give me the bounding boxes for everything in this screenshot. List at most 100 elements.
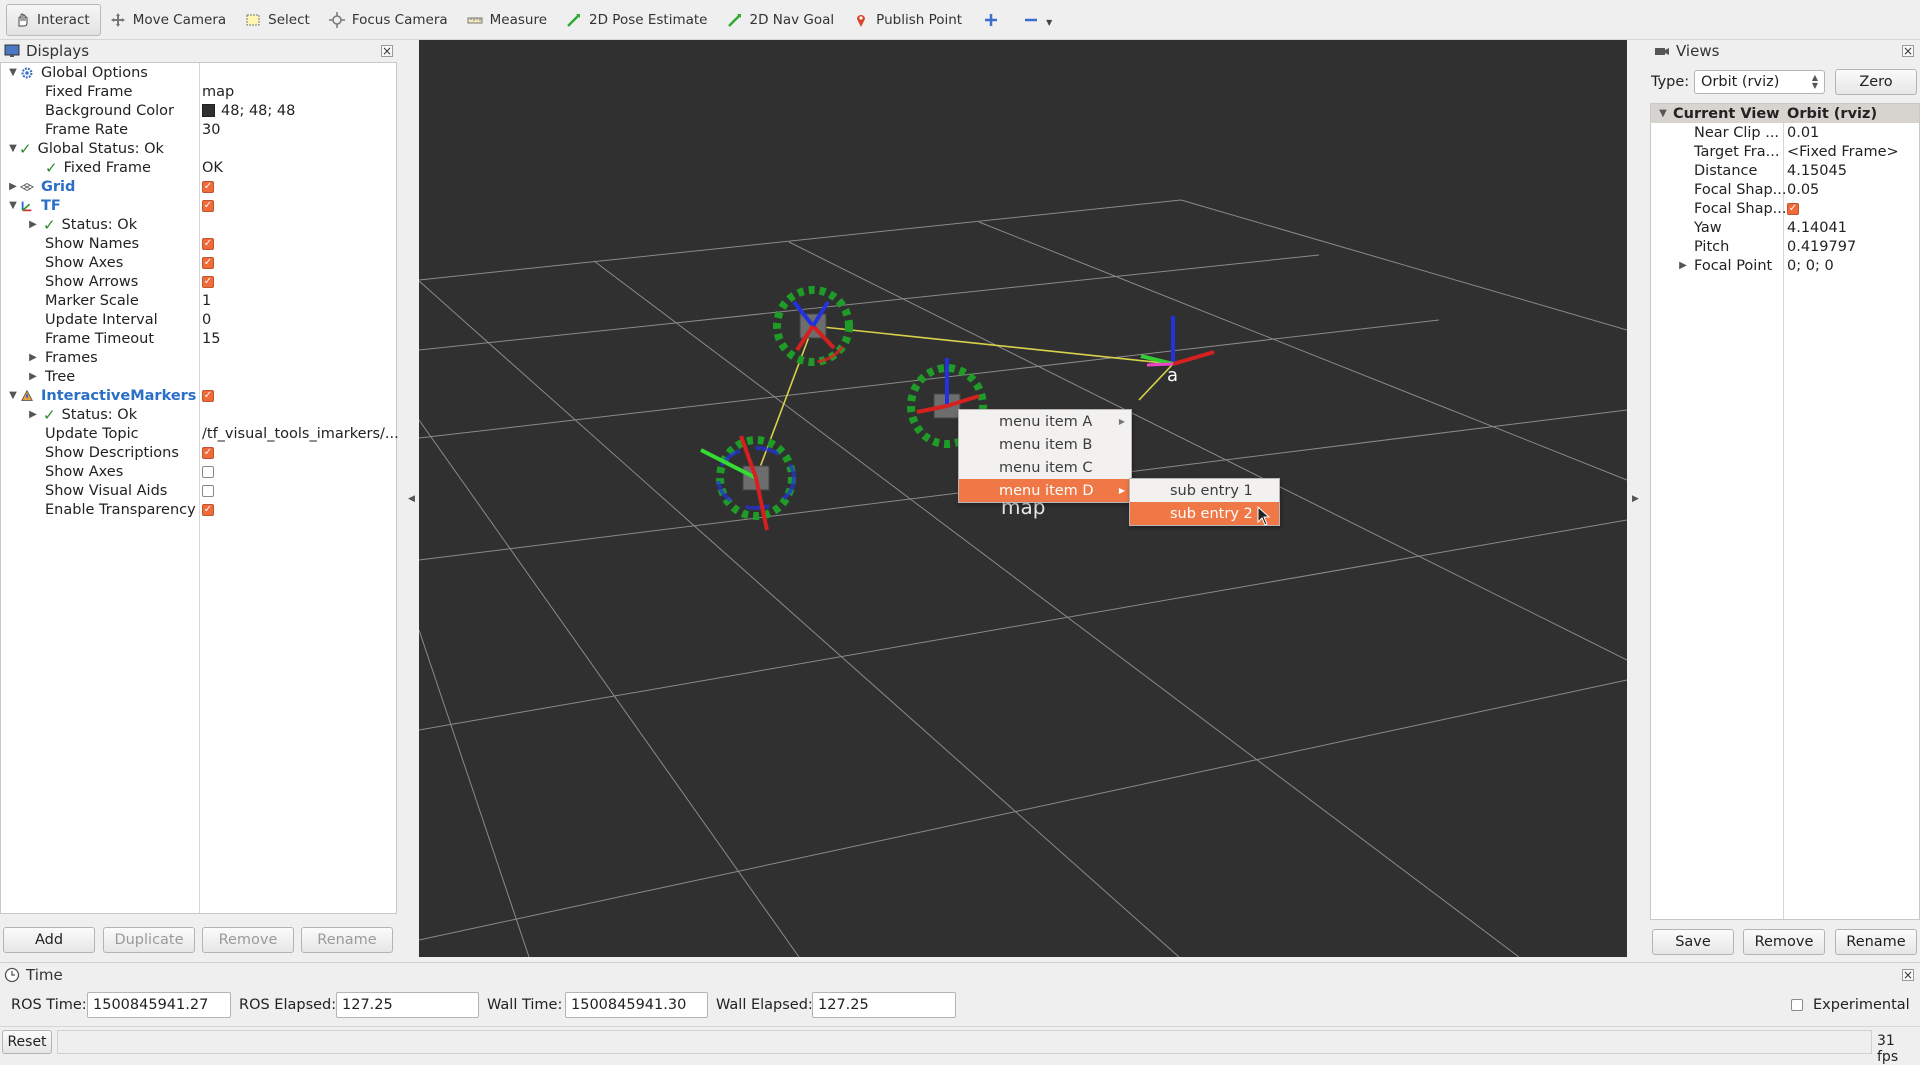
fixed-frame-value[interactable]: map: [202, 84, 234, 100]
tree-row-status-fixed-frame[interactable]: ✓ Fixed Frame OK: [1, 158, 396, 177]
target-frame-value[interactable]: <Fixed Frame>: [1787, 144, 1899, 160]
views-row-pitch[interactable]: Pitch 0.419797: [1651, 237, 1919, 256]
tree-row-tf-status[interactable]: ▶ ✓ Status: Ok: [1, 215, 396, 234]
expand-arrow-icon[interactable]: ▼: [7, 67, 19, 78]
frame-rate-value[interactable]: 30: [202, 122, 220, 138]
show-arrows-checkbox[interactable]: [202, 275, 214, 288]
reset-button[interactable]: Reset: [2, 1030, 52, 1054]
tree-row-frame-rate[interactable]: Frame Rate 30: [1, 120, 396, 139]
update-interval-value[interactable]: 0: [202, 312, 211, 328]
sub-entry-1[interactable]: sub entry 1: [1130, 479, 1279, 502]
tf-enabled-checkbox[interactable]: [202, 199, 214, 212]
update-topic-value[interactable]: /tf_visual_tools_imarkers/...: [202, 426, 399, 442]
remove-display-button[interactable]: Remove: [202, 927, 294, 953]
distance-value[interactable]: 4.15045: [1787, 163, 1847, 179]
menu-item-c[interactable]: menu item C: [959, 456, 1131, 479]
interactive-marker-1[interactable]: [763, 276, 863, 376]
expand-arrow-icon[interactable]: ▶: [1677, 260, 1689, 271]
experimental-checkbox[interactable]: [1791, 999, 1803, 1011]
tree-row-im-status[interactable]: ▶ ✓ Status: Ok: [1, 405, 396, 424]
displays-close-button[interactable]: ×: [381, 45, 393, 57]
focal-point-value[interactable]: 0; 0; 0: [1787, 258, 1834, 274]
tool-publish-point[interactable]: Publish Point: [846, 4, 972, 36]
tree-row-tf[interactable]: ▼ TF: [1, 196, 396, 215]
show-visual-aids-checkbox[interactable]: [202, 484, 214, 497]
enable-transparency-checkbox[interactable]: [202, 503, 214, 516]
show-axes-checkbox[interactable]: [202, 256, 214, 269]
expand-arrow-icon[interactable]: ▶: [7, 181, 19, 192]
tree-row-update-topic[interactable]: Update Topic /tf_visual_tools_imarkers/.…: [1, 424, 399, 443]
tool-focus-camera[interactable]: Focus Camera: [322, 4, 458, 36]
tree-row-tree[interactable]: ▶ Tree: [1, 367, 396, 386]
show-names-checkbox[interactable]: [202, 237, 214, 250]
tree-row-global-status[interactable]: ▼ ✓ Global Status: Ok: [1, 139, 396, 158]
ros-time-field[interactable]: 1500845941.27: [87, 992, 231, 1018]
expand-arrow-icon[interactable]: ▶: [27, 371, 39, 382]
remove-tool-menu-button[interactable]: ▼: [1016, 4, 1058, 36]
view-type-select[interactable]: Orbit (rviz) ▲ ▼: [1694, 70, 1825, 94]
rename-view-button[interactable]: Rename: [1835, 929, 1917, 955]
views-row-yaw[interactable]: Yaw 4.14041: [1651, 218, 1919, 237]
expand-arrow-icon[interactable]: ▶: [27, 409, 39, 420]
views-row-focal-shape-size[interactable]: Focal Shap... 0.05: [1651, 180, 1919, 199]
expand-arrow-icon[interactable]: ▶: [27, 352, 39, 363]
tree-row-marker-scale[interactable]: Marker Scale 1: [1, 291, 396, 310]
tree-row-background-color[interactable]: Background Color 48; 48; 48: [1, 101, 396, 120]
expand-arrow-icon[interactable]: ▼: [7, 390, 19, 401]
tree-row-global-options[interactable]: ▼ Global Options: [1, 63, 396, 82]
menu-item-d[interactable]: menu item D ▶: [959, 479, 1131, 502]
focal-shape-fixed-checkbox[interactable]: [1787, 202, 1799, 215]
expand-arrow-icon[interactable]: ▼: [7, 143, 19, 154]
tree-row-show-names[interactable]: Show Names: [1, 234, 396, 253]
wall-elapsed-field[interactable]: 127.25: [812, 992, 956, 1018]
yaw-value[interactable]: 4.14041: [1787, 220, 1847, 236]
tree-row-show-arrows[interactable]: Show Arrows: [1, 272, 396, 291]
duplicate-display-button[interactable]: Duplicate: [103, 927, 195, 953]
tree-row-im-show-axes[interactable]: Show Axes: [1, 462, 396, 481]
tool-2d-pose-estimate[interactable]: 2D Pose Estimate: [559, 4, 717, 36]
collapse-right-arrow-icon[interactable]: ▶: [1632, 494, 1639, 504]
frame-timeout-value[interactable]: 15: [202, 331, 220, 347]
time-close-button[interactable]: ×: [1902, 969, 1914, 981]
tree-row-show-descriptions[interactable]: Show Descriptions: [1, 443, 396, 462]
tool-move-camera[interactable]: Move Camera: [103, 4, 236, 36]
tree-row-interactive-markers[interactable]: ▼ InteractiveMarkers: [1, 386, 396, 405]
tree-row-grid[interactable]: ▶ Grid: [1, 177, 396, 196]
views-row-distance[interactable]: Distance 4.15045: [1651, 161, 1919, 180]
views-row-current-view[interactable]: ▼ Current View Orbit (rviz): [1651, 104, 1919, 123]
tool-2d-nav-goal[interactable]: 2D Nav Goal: [720, 4, 845, 36]
tree-row-fixed-frame[interactable]: Fixed Frame map: [1, 82, 396, 101]
remove-view-button[interactable]: Remove: [1743, 929, 1825, 955]
pitch-value[interactable]: 0.419797: [1787, 239, 1856, 255]
tree-row-frame-timeout[interactable]: Frame Timeout 15: [1, 329, 396, 348]
show-descriptions-checkbox[interactable]: [202, 446, 214, 459]
tool-measure[interactable]: Measure: [460, 4, 557, 36]
grid-enabled-checkbox[interactable]: [202, 180, 214, 193]
add-tool-button[interactable]: [974, 4, 1014, 36]
tree-row-show-visual-aids[interactable]: Show Visual Aids: [1, 481, 396, 500]
collapse-left-arrow-icon[interactable]: ◀: [408, 494, 415, 504]
views-row-focal-shape-fixed[interactable]: Focal Shap...: [1651, 199, 1919, 218]
interactive-markers-enabled-checkbox[interactable]: [202, 389, 214, 402]
menu-item-a[interactable]: menu item A ▶: [959, 410, 1131, 433]
near-clip-value[interactable]: 0.01: [1787, 125, 1819, 141]
menu-item-b[interactable]: menu item B: [959, 433, 1131, 456]
expand-arrow-icon[interactable]: ▼: [7, 200, 19, 211]
save-view-button[interactable]: Save: [1652, 929, 1734, 955]
interactive-marker-3[interactable]: [700, 435, 796, 531]
views-row-near-clip[interactable]: Near Clip ... 0.01: [1651, 123, 1919, 142]
focal-shape-size-value[interactable]: 0.05: [1787, 182, 1819, 198]
add-display-button[interactable]: Add: [3, 927, 95, 953]
tree-row-enable-transparency[interactable]: Enable Transparency: [1, 500, 396, 519]
tree-row-show-axes[interactable]: Show Axes: [1, 253, 396, 272]
wall-time-field[interactable]: 1500845941.30: [565, 992, 708, 1018]
tree-row-update-interval[interactable]: Update Interval 0: [1, 310, 396, 329]
expand-arrow-icon[interactable]: ▼: [1657, 108, 1669, 119]
zero-view-button[interactable]: Zero: [1835, 69, 1917, 95]
rename-display-button[interactable]: Rename: [301, 927, 393, 953]
views-row-focal-point[interactable]: ▶ Focal Point 0; 0; 0: [1651, 256, 1919, 275]
background-color-value[interactable]: 48; 48; 48: [202, 103, 295, 119]
tool-select[interactable]: Select: [238, 4, 320, 36]
ros-elapsed-field[interactable]: 127.25: [336, 992, 479, 1018]
expand-arrow-icon[interactable]: ▶: [27, 219, 39, 230]
